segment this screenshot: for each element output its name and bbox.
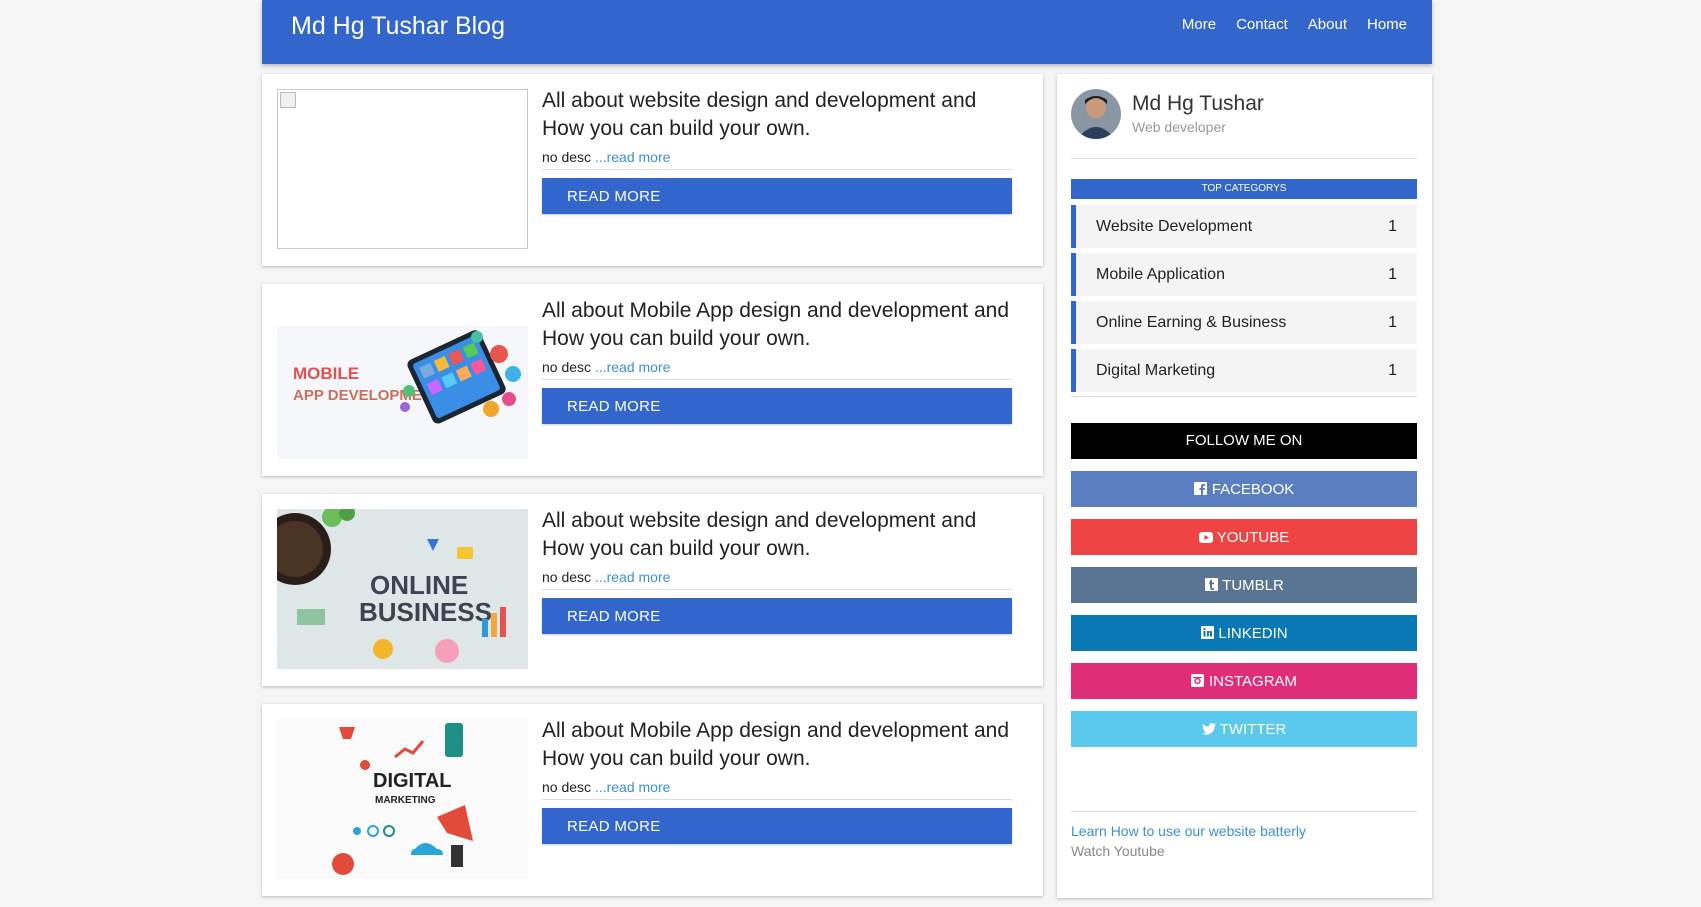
category-count: 1 bbox=[1388, 362, 1397, 379]
twitter-label: TWITTER bbox=[1219, 720, 1287, 738]
read-more-link[interactable]: ...read more bbox=[595, 359, 670, 375]
category-label: Online Earning & Business bbox=[1096, 314, 1287, 331]
post-thumbnail-online-business[interactable]: ONLINE BUSINESS bbox=[277, 509, 528, 669]
divider bbox=[1071, 158, 1417, 159]
category-count: 1 bbox=[1388, 218, 1397, 235]
post-card: DIGITAL MARKETING All about Mobile App d… bbox=[262, 704, 1043, 896]
read-more-button[interactable]: READ MORE bbox=[542, 808, 1012, 844]
profile-name: Md Hg Tushar bbox=[1132, 92, 1264, 115]
post-desc-text: no desc bbox=[542, 779, 592, 795]
follow-me-header: FOLLOW ME ON bbox=[1071, 423, 1417, 459]
youtube-label: YOUTUBE bbox=[1216, 528, 1290, 546]
profile-role: Web developer bbox=[1132, 119, 1226, 135]
mobile-app-illustration: MOBILE APP DEVELOPMENT bbox=[277, 299, 528, 459]
image-text-digital: DIGITAL bbox=[373, 770, 452, 792]
tumblr-button[interactable]: TUMBLR bbox=[1071, 567, 1417, 603]
image-text-mobile: MOBILE bbox=[293, 364, 359, 383]
online-business-illustration: ONLINE BUSINESS bbox=[277, 509, 528, 669]
nav-links: More Contact About Home bbox=[1162, 16, 1407, 34]
divider bbox=[542, 799, 1012, 800]
learn-how-link[interactable]: Learn How to use our website batterly bbox=[1071, 823, 1306, 839]
category-digital-marketing[interactable]: Digital Marketing 1 bbox=[1071, 349, 1417, 392]
post-thumbnail-digital-marketing[interactable]: DIGITAL MARKETING bbox=[277, 719, 528, 879]
read-more-button[interactable]: READ MORE bbox=[542, 598, 1012, 634]
post-desc: no desc ...read more bbox=[542, 149, 670, 165]
category-online-earning[interactable]: Online Earning & Business 1 bbox=[1071, 301, 1417, 344]
avatar[interactable] bbox=[1071, 89, 1121, 139]
category-label: Website Development bbox=[1096, 218, 1253, 235]
digital-marketing-illustration: DIGITAL MARKETING bbox=[277, 719, 528, 879]
instagram-button[interactable]: INSTAGRAM bbox=[1071, 663, 1417, 699]
category-label: Mobile Application bbox=[1096, 266, 1225, 283]
post-thumbnail-broken[interactable] bbox=[277, 89, 528, 249]
post-title[interactable]: All about website design and development… bbox=[542, 87, 1022, 143]
youtube-button[interactable]: YOUTUBE bbox=[1071, 519, 1417, 555]
post-desc-text: no desc bbox=[542, 569, 592, 585]
post-card: MOBILE APP DEVELOPMENT All about Mobile … bbox=[262, 284, 1043, 476]
nav-more[interactable]: More bbox=[1182, 16, 1216, 34]
nav-contact[interactable]: Contact bbox=[1236, 16, 1288, 34]
post-title[interactable]: All about Mobile App design and developm… bbox=[542, 297, 1022, 353]
post-desc-text: no desc bbox=[542, 149, 592, 165]
tumblr-icon bbox=[1204, 578, 1218, 592]
nav-about[interactable]: About bbox=[1308, 16, 1347, 34]
category-mobile-application[interactable]: Mobile Application 1 bbox=[1071, 253, 1417, 296]
tumblr-label: TUMBLR bbox=[1222, 576, 1284, 594]
post-desc: no desc ...read more bbox=[542, 779, 670, 795]
sidebar: Md Hg Tushar Web developer TOP CATEGORYS… bbox=[1057, 74, 1432, 898]
divider bbox=[542, 589, 1012, 590]
watch-youtube-text: Watch Youtube bbox=[1071, 843, 1165, 859]
nav-home[interactable]: Home bbox=[1367, 16, 1407, 34]
divider bbox=[1071, 396, 1417, 397]
linkedin-button[interactable]: LINKEDIN bbox=[1071, 615, 1417, 651]
top-navbar: Md Hg Tushar Blog More Contact About Hom… bbox=[262, 0, 1432, 64]
image-text-business: BUSINESS bbox=[359, 597, 492, 627]
divider bbox=[542, 379, 1012, 380]
category-label: Digital Marketing bbox=[1096, 362, 1216, 379]
post-thumbnail-mobile-app[interactable]: MOBILE APP DEVELOPMENT bbox=[277, 299, 528, 459]
post-title[interactable]: All about Mobile App design and developm… bbox=[542, 717, 1022, 773]
facebook-icon bbox=[1194, 482, 1208, 496]
divider bbox=[542, 169, 1012, 170]
post-desc: no desc ...read more bbox=[542, 569, 670, 585]
post-desc: no desc ...read more bbox=[542, 359, 670, 375]
facebook-button[interactable]: FACEBOOK bbox=[1071, 471, 1417, 507]
read-more-button[interactable]: READ MORE bbox=[542, 178, 1012, 214]
post-card: All about website design and development… bbox=[262, 74, 1043, 266]
categories-header: TOP CATEGORYS bbox=[1071, 179, 1417, 199]
facebook-label: FACEBOOK bbox=[1211, 480, 1295, 498]
read-more-button[interactable]: READ MORE bbox=[542, 388, 1012, 424]
brand-title[interactable]: Md Hg Tushar Blog bbox=[291, 11, 505, 41]
instagram-icon bbox=[1191, 674, 1205, 688]
category-count: 1 bbox=[1388, 266, 1397, 283]
post-desc-text: no desc bbox=[542, 359, 592, 375]
post-card: ONLINE BUSINESS All about website design… bbox=[262, 494, 1043, 686]
youtube-icon bbox=[1198, 530, 1213, 544]
divider bbox=[1071, 811, 1417, 812]
category-count: 1 bbox=[1388, 314, 1397, 331]
image-text-marketing: MARKETING bbox=[375, 795, 436, 806]
linkedin-label: LINKEDIN bbox=[1218, 624, 1288, 642]
broken-image-icon bbox=[280, 92, 296, 108]
twitter-icon bbox=[1201, 722, 1216, 736]
linkedin-icon bbox=[1200, 626, 1214, 640]
read-more-link[interactable]: ...read more bbox=[595, 149, 670, 165]
image-text-online: ONLINE bbox=[370, 570, 468, 600]
read-more-link[interactable]: ...read more bbox=[595, 779, 670, 795]
category-website-development[interactable]: Website Development 1 bbox=[1071, 205, 1417, 248]
instagram-label: INSTAGRAM bbox=[1208, 672, 1298, 690]
avatar-image bbox=[1071, 89, 1121, 139]
twitter-button[interactable]: TWITTER bbox=[1071, 711, 1417, 747]
post-title[interactable]: All about website design and development… bbox=[542, 507, 1022, 563]
read-more-link[interactable]: ...read more bbox=[595, 569, 670, 585]
